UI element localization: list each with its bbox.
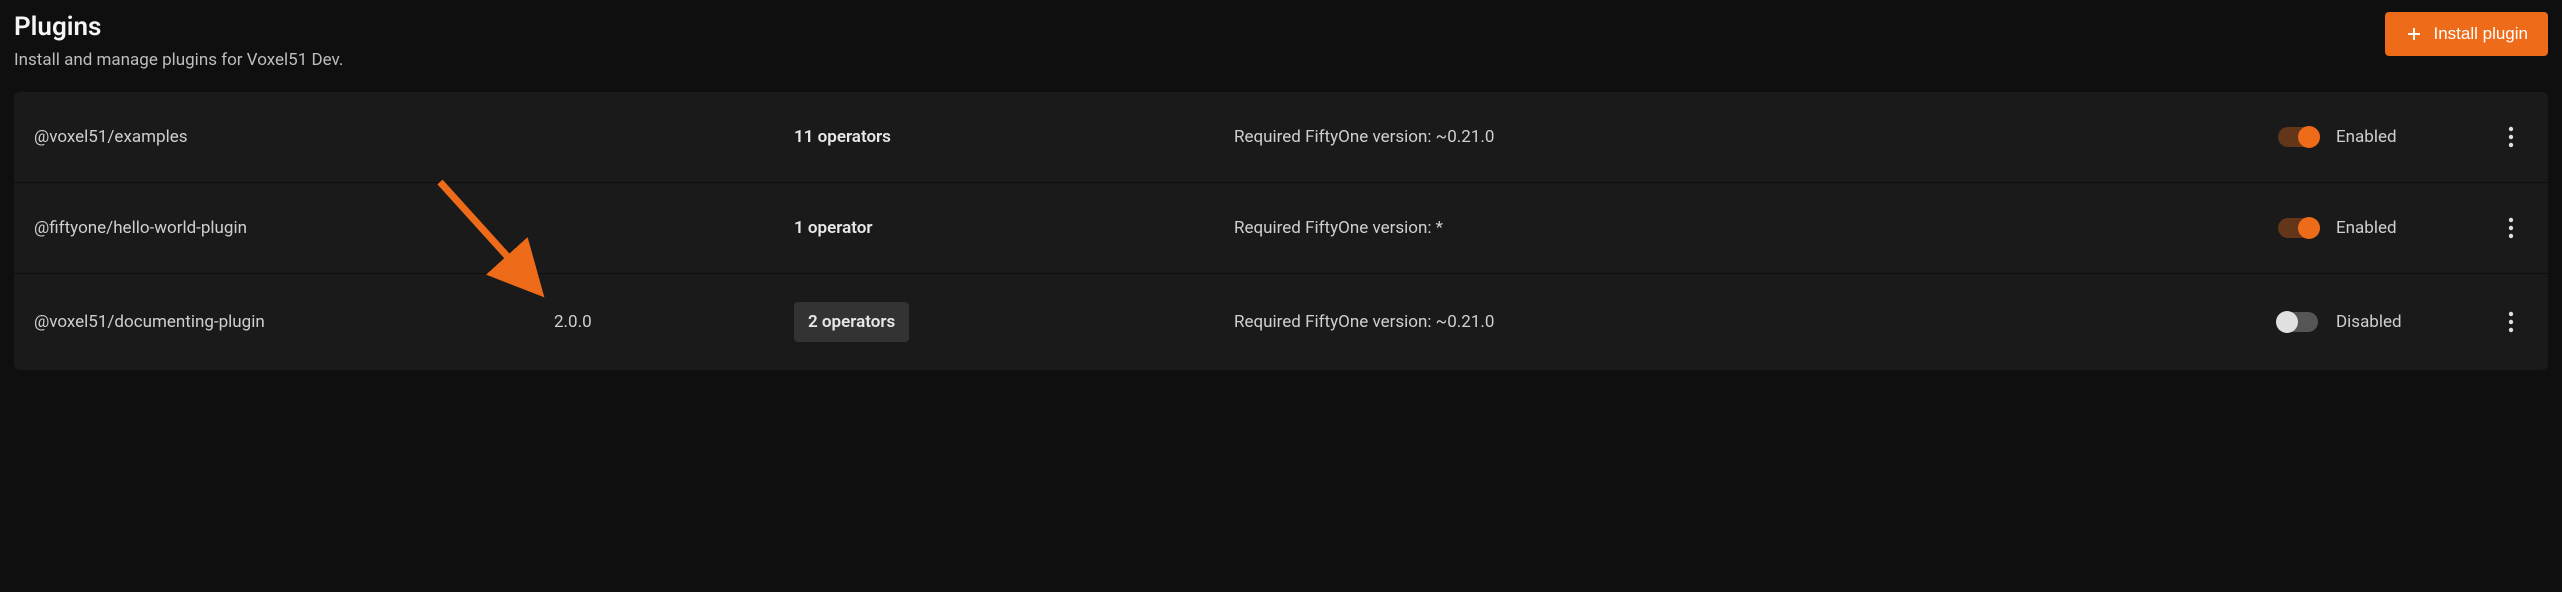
toggle-knob — [2276, 311, 2298, 333]
toggle-knob — [2298, 126, 2320, 148]
page-header: Plugins Install and manage plugins for V… — [14, 12, 2548, 70]
operators-count[interactable]: 2 operators — [794, 302, 909, 342]
required-version: Required FiftyOne version: * — [1234, 218, 2278, 238]
actions-cell — [2458, 305, 2528, 339]
plugin-list: @voxel51/examples 11 operators Required Fi… — [14, 92, 2548, 370]
more-actions-button[interactable] — [2502, 211, 2520, 245]
enable-toggle[interactable] — [2278, 218, 2318, 238]
actions-cell — [2458, 211, 2528, 245]
required-version: Required FiftyOne version: ~0.21.0 — [1234, 312, 2278, 332]
plugin-row: @fiftyone/hello-world-plugin 1 operator Re… — [14, 183, 2548, 274]
status-label: Disabled — [2336, 312, 2402, 332]
plugin-name: @voxel51/examples — [34, 127, 554, 147]
plugin-name: @voxel51/documenting-plugin — [34, 312, 554, 332]
plus-icon — [2405, 25, 2423, 43]
required-version: Required FiftyOne version: ~0.21.0 — [1234, 127, 2278, 147]
plugin-row: @voxel51/documenting-plugin2.0.02 operat… — [14, 274, 2548, 370]
more-vertical-icon — [2508, 217, 2514, 239]
enable-toggle[interactable] — [2278, 312, 2318, 332]
install-plugin-button[interactable]: Install plugin — [2385, 12, 2548, 56]
enable-toggle[interactable] — [2278, 127, 2318, 147]
page-title: Plugins — [14, 12, 343, 42]
more-actions-button[interactable] — [2502, 120, 2520, 154]
page-subtitle: Install and manage plugins for Voxel51 D… — [14, 50, 343, 70]
operators-cell: 2 operators — [794, 302, 1234, 342]
status-cell: Enabled — [2278, 127, 2458, 147]
header-text-block: Plugins Install and manage plugins for V… — [14, 12, 343, 70]
more-vertical-icon — [2508, 126, 2514, 148]
status-label: Enabled — [2336, 127, 2397, 147]
actions-cell — [2458, 120, 2528, 154]
more-vertical-icon — [2508, 311, 2514, 333]
status-cell: Disabled — [2278, 312, 2458, 332]
plugin-name: @fiftyone/hello-world-plugin — [34, 218, 554, 238]
more-actions-button[interactable] — [2502, 305, 2520, 339]
status-label: Enabled — [2336, 218, 2397, 238]
toggle-knob — [2298, 217, 2320, 239]
install-plugin-label: Install plugin — [2433, 24, 2528, 44]
operators-cell: 1 operator — [794, 218, 1234, 238]
operators-count[interactable]: 1 operator — [794, 218, 872, 238]
operators-count[interactable]: 11 operators — [794, 127, 891, 147]
status-cell: Enabled — [2278, 218, 2458, 238]
operators-cell: 11 operators — [794, 127, 1234, 147]
plugin-row: @voxel51/examples 11 operators Required Fi… — [14, 92, 2548, 183]
plugin-version: 2.0.0 — [554, 312, 794, 332]
